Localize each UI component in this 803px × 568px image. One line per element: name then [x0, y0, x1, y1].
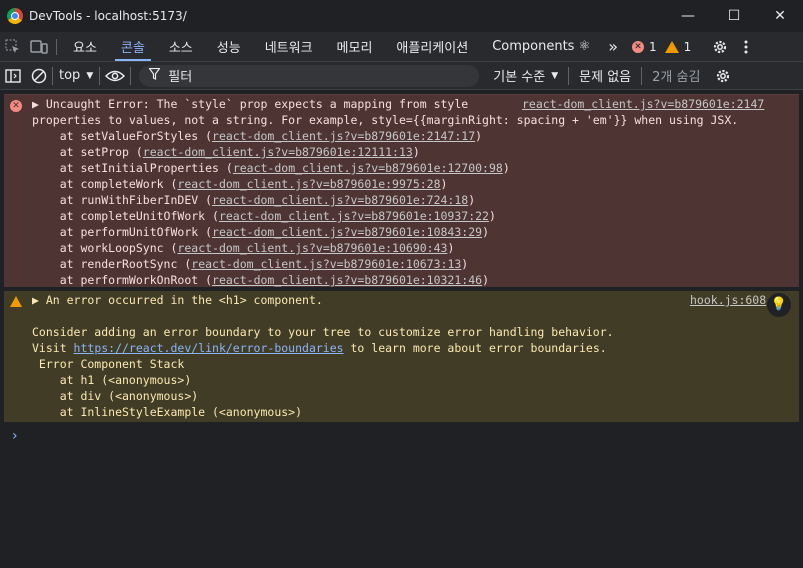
issues-button[interactable]: 문제 없음 — [569, 66, 641, 85]
warning-source-link[interactable]: hook.js:608 — [690, 293, 768, 309]
visit-prefix: Visit — [32, 341, 74, 355]
filter-funnel-icon — [148, 67, 161, 83]
stack-frame-fn: runWithFiberInDEV — [80, 193, 199, 207]
console-toolbar: top ▼ 필터 기본 수준 ▼ 문제 없음 2개 숨김 — [0, 62, 803, 90]
context-selector-label: top — [59, 68, 81, 83]
warning-consider-text: Consider adding an error boundary to you… — [32, 325, 614, 339]
error-message-body: properties to values, not a string. For … — [32, 113, 739, 127]
console-prompt-chevron-icon[interactable]: › — [12, 428, 18, 444]
error-count-icon: ✕ — [632, 40, 645, 53]
tab-memory[interactable]: 메모리 — [325, 32, 385, 61]
filter-input[interactable]: 필터 — [139, 64, 480, 87]
close-button[interactable]: ✕ — [757, 0, 803, 32]
inspect-element-icon[interactable] — [0, 33, 26, 61]
error-source-link[interactable]: react-dom_client.js?v=b879601e:2147 — [522, 97, 799, 113]
stack-frame-link[interactable]: react-dom_client.js?v=b879601e:12700:98 — [233, 161, 503, 175]
error-message-title[interactable]: ▶ Uncaught Error: The `style` prop expec… — [32, 97, 468, 113]
sidebar-toggle-icon[interactable] — [0, 62, 26, 90]
stack-frame: at setValueForStyles (react-dom_client.j… — [32, 129, 483, 143]
more-options-icon[interactable] — [733, 33, 759, 61]
stack-frame-fn: setProp — [80, 145, 129, 159]
stack-frame-fn: performWorkOnRoot — [80, 273, 199, 287]
stack-frame-link[interactable]: react-dom_client.js?v=b879601e:10321:46 — [212, 273, 482, 287]
stack-frame: at performWorkOnRoot (react-dom_client.j… — [32, 273, 489, 287]
device-toolbar-icon[interactable] — [26, 33, 52, 61]
stack-frame-fn: completeWork — [80, 177, 164, 191]
chrome-logo-icon — [7, 8, 23, 24]
window-title: DevTools - localhost:5173/ — [29, 9, 187, 23]
stack-frame: at setProp (react-dom_client.js?v=b87960… — [32, 145, 420, 159]
caret-down-icon: ▼ — [551, 70, 559, 81]
component-stack-frame: at div (<anonymous>) — [32, 389, 199, 403]
tab-network[interactable]: 네트워크 — [253, 32, 325, 61]
visit-suffix: to learn more about error boundaries. — [343, 341, 607, 355]
console-warning-message[interactable]: ▶ An error occurred in the <h1> componen… — [4, 291, 799, 422]
stack-frame-fn: renderRootSync — [80, 257, 178, 271]
tab-components[interactable]: Components ⚛ — [480, 32, 602, 61]
tab-console[interactable]: 콘솔 — [109, 32, 157, 61]
stack-frame-fn: setValueForStyles — [80, 129, 199, 143]
component-stack-title: Error Component Stack — [32, 357, 185, 371]
context-selector[interactable]: top ▼ — [53, 68, 99, 83]
clear-console-icon[interactable] — [26, 62, 52, 90]
stack-frame-link[interactable]: react-dom_client.js?v=b879601e:12111:13 — [143, 145, 413, 159]
stack-frame: at renderRootSync (react-dom_client.js?v… — [32, 257, 469, 271]
more-tabs-chevron-icon[interactable]: » — [602, 32, 624, 61]
error-counter[interactable]: ✕ 1 — [632, 40, 657, 54]
error-count: 1 — [649, 39, 657, 54]
log-levels-label: 기본 수준 — [493, 70, 546, 85]
maximize-button[interactable]: ☐ — [711, 0, 757, 32]
stack-frame-link[interactable]: react-dom_client.js?v=b879601e:10673:13 — [191, 257, 461, 271]
tab-sources[interactable]: 소스 — [157, 32, 205, 61]
console-settings-gear-icon[interactable] — [710, 62, 736, 90]
stack-frame: at performUnitOfWork (react-dom_client.j… — [32, 225, 489, 239]
warning-message-title[interactable]: ▶ An error occurred in the <h1> componen… — [32, 293, 323, 309]
stack-frame: at completeWork (react-dom_client.js?v=b… — [32, 177, 448, 191]
stack-frame: at setInitialProperties (react-dom_clien… — [32, 161, 510, 175]
warning-counter[interactable]: 1 — [664, 39, 692, 54]
warning-icon — [10, 296, 22, 307]
hidden-count: 2개 숨김 — [652, 70, 701, 85]
error-icon: ✕ — [10, 100, 22, 112]
devtools-tab-bar: 요소 콘솔 소스 성능 네트워크 메모리 애플리케이션 Components ⚛… — [0, 32, 803, 62]
warning-count: 1 — [683, 39, 692, 54]
filter-placeholder: 필터 — [168, 70, 193, 85]
window-controls: — ☐ ✕ — [665, 0, 803, 32]
log-levels-dropdown[interactable]: 기본 수준 ▼ — [483, 66, 568, 85]
tab-performance[interactable]: 성능 — [205, 32, 253, 61]
console-error-message[interactable]: ✕ ▶ Uncaught Error: The `style` prop exp… — [4, 94, 799, 287]
stack-frame-fn: workLoopSync — [80, 241, 164, 255]
tab-application[interactable]: 애플리케이션 — [384, 32, 480, 61]
settings-gear-icon[interactable] — [707, 33, 733, 61]
error-boundaries-link[interactable]: https://react.dev/link/error-boundaries — [74, 341, 344, 355]
title-bar: DevTools - localhost:5173/ — ☐ ✕ — [0, 0, 803, 32]
stack-frame: at runWithFiberInDEV (react-dom_client.j… — [32, 193, 476, 207]
warning-visit-text: Visit https://react.dev/link/error-bound… — [32, 341, 607, 357]
caret-down-icon: ▼ — [86, 70, 94, 81]
stack-frame: at completeUnitOfWork (react-dom_client.… — [32, 209, 496, 223]
stack-frame-fn: setInitialProperties — [80, 161, 219, 175]
warning-count-icon — [664, 40, 679, 53]
stack-frame-link[interactable]: react-dom_client.js?v=b879601e:10843:29 — [212, 225, 482, 239]
tab-separator — [56, 38, 57, 55]
stack-frame-link[interactable]: react-dom_client.js?v=b879601e:10937:22 — [219, 209, 489, 223]
live-expression-eye-icon[interactable] — [100, 62, 130, 90]
tab-elements[interactable]: 요소 — [61, 32, 109, 61]
minimize-button[interactable]: — — [665, 0, 711, 32]
stack-frame-link[interactable]: react-dom_client.js?v=b879601e:10690:43 — [177, 241, 447, 255]
stack-frame-link[interactable]: react-dom_client.js?v=b879601e:724:18 — [212, 193, 468, 207]
stack-frame-fn: completeUnitOfWork — [80, 209, 206, 223]
stack-frame-link[interactable]: react-dom_client.js?v=b879601e:2147:17 — [212, 129, 475, 143]
stack-frame: at workLoopSync (react-dom_client.js?v=b… — [32, 241, 455, 255]
component-stack-frame: at h1 (<anonymous>) — [32, 373, 192, 387]
component-stack-frame: at InlineStyleExample (<anonymous>) — [32, 405, 303, 419]
stack-frame-fn: performUnitOfWork — [80, 225, 199, 239]
stack-frame-link[interactable]: react-dom_client.js?v=b879601e:9975:28 — [177, 177, 440, 191]
insights-lightbulb-icon[interactable]: 💡 — [767, 293, 791, 317]
toolbar-separator — [130, 66, 132, 85]
